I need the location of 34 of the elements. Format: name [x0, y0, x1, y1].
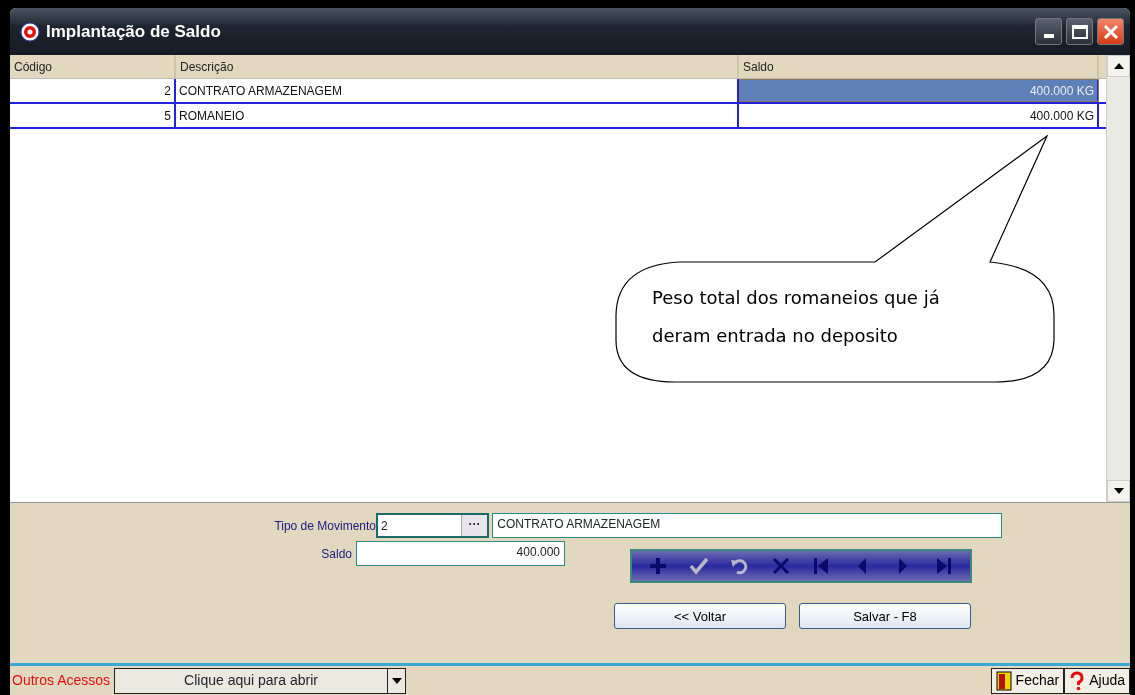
scroll-up-button[interactable] [1107, 55, 1130, 77]
field-label: Tipo de Movimento [273, 517, 376, 535]
minimize-button[interactable] [1035, 18, 1062, 45]
down-arrow-icon [1113, 488, 1124, 494]
question-icon [1069, 670, 1086, 691]
table-cell: ROMANEIO [176, 104, 739, 127]
access-dropdown[interactable]: Clique aqui para abrir [114, 667, 407, 694]
help-button[interactable]: Ajuda [1064, 667, 1130, 694]
table-cell: 400.000 KG [739, 79, 1099, 102]
maximize-icon [1071, 24, 1088, 39]
column-header[interactable]: Código [10, 55, 176, 78]
up-arrow-icon [1113, 63, 1124, 69]
callout-text: Peso total dos romaneios que já deram entrada no deposito [652, 286, 941, 348]
table-cell: 400.000 KG [739, 104, 1099, 127]
table-cell: 5 [10, 104, 176, 127]
back-button[interactable]: << Voltar [614, 603, 786, 630]
column-header[interactable]: Descrição [176, 55, 739, 78]
save-button[interactable]: Salvar - F8 [799, 603, 971, 630]
code-field[interactable]: 2 ··· [376, 513, 489, 538]
field-label: Saldo [320, 545, 353, 563]
lookup-button[interactable]: ··· [461, 515, 487, 536]
close-button[interactable] [1097, 18, 1124, 45]
close-icon [1102, 23, 1119, 40]
close-form-button[interactable]: Fechar [990, 667, 1065, 694]
door-icon [995, 670, 1012, 691]
maximize-button[interactable] [1066, 18, 1093, 45]
window-title: Implantação de Saldo [46, 20, 222, 43]
other-access-label: Outros Acessos [11, 671, 112, 690]
scroll-down-button[interactable] [1107, 480, 1130, 502]
description-field: CONTRATO ARMAZENAGEM [492, 513, 1003, 538]
minimize-icon [1043, 33, 1054, 38]
balance-field[interactable]: 400.000 [356, 541, 565, 567]
app-icon [20, 21, 40, 42]
table-cell: 2 [10, 79, 176, 102]
